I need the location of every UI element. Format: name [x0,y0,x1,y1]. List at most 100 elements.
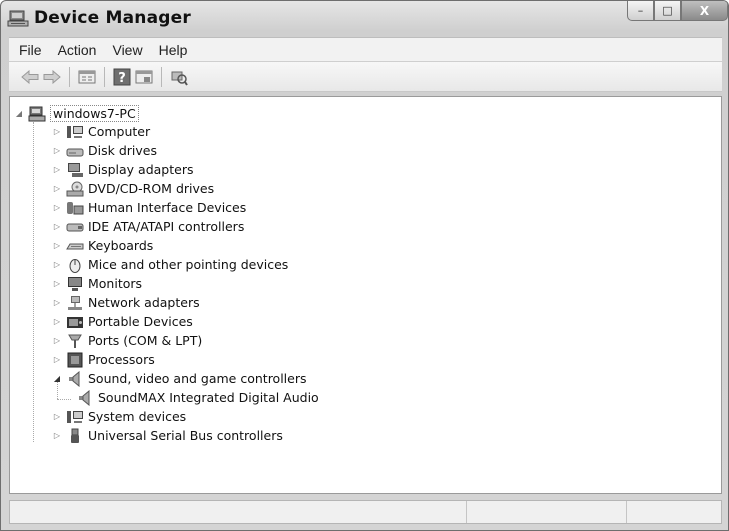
tree-guide-line [33,122,34,442]
minimize-button[interactable]: – [627,1,654,21]
scan-hardware-icon [171,71,188,86]
dvd-drive-icon [66,181,84,196]
keyboard-icon [66,243,84,249]
tree-item-label: Sound, video and game controllers [88,371,307,386]
tree-item-dvd-drives[interactable]: ▷ DVD/CD-ROM drives [52,179,214,198]
title-bar[interactable]: Device Manager – □ X [1,1,728,37]
tree-item-processors[interactable]: ▷ Processors [52,350,155,369]
toolbar-separator [69,66,70,87]
computer-root-icon [28,106,46,121]
ide-controller-icon [66,223,84,231]
expand-arrow-icon[interactable]: ▷ [52,146,62,156]
speaker-icon [79,389,90,406]
help-button[interactable]: ? [111,66,133,88]
port-icon [68,334,82,348]
toolbar: ? [9,62,722,92]
tree-item-label: SoundMAX Integrated Digital Audio [98,390,319,405]
tree-item-soundmax[interactable]: SoundMAX Integrated Digital Audio [72,388,319,407]
tree-item-label: IDE ATA/ATAPI controllers [88,219,245,234]
expand-arrow-icon[interactable]: ▷ [52,260,62,270]
speaker-icon [69,370,80,387]
expand-arrow-icon[interactable]: ▷ [52,127,62,137]
tree-item-network-adapters[interactable]: ▷ Network adapters [52,293,200,312]
tree-item-label: Processors [88,352,155,367]
tree-item-label: Keyboards [88,238,154,253]
menu-file[interactable]: File [13,40,48,60]
svg-text:?: ? [118,71,126,86]
tree-item-label: DVD/CD-ROM drives [88,181,215,196]
monitor-icon [68,276,82,291]
network-adapter-icon [68,295,82,310]
expand-arrow-icon[interactable]: ▷ [52,412,62,422]
tree-item-keyboards[interactable]: ▷ Keyboards [52,236,153,255]
expand-arrow-icon[interactable]: ▷ [52,241,62,251]
back-button[interactable] [19,66,41,88]
menu-view[interactable]: View [106,40,148,60]
tree-root[interactable]: ◢ windows7-PC [14,104,139,123]
tree-item-label: Mice and other pointing devices [88,257,289,272]
portable-device-icon [67,316,83,328]
status-cell-main [10,501,467,523]
expand-arrow-icon[interactable]: ▷ [52,336,62,346]
tree-item-label: Human Interface Devices [88,200,247,215]
tree-item-disk-drives[interactable]: ▷ Disk drives [52,141,157,160]
expand-arrow-icon[interactable]: ▷ [52,165,62,175]
expand-arrow-icon[interactable]: ▷ [52,279,62,289]
tree-item-label: Network adapters [88,295,200,310]
menu-bar: File Action View Help [9,37,722,61]
tree-item-label: Monitors [88,276,143,291]
update-driver-button[interactable] [133,66,155,88]
menu-help[interactable]: Help [153,40,194,60]
device-tree[interactable]: ◢ windows7-PC ▷ Computer ▷ Disk drives ▷ [9,96,722,494]
mouse-icon [69,258,81,273]
tree-item-usb-controllers[interactable]: ▷ Universal Serial Bus controllers [52,426,283,445]
expand-arrow-icon[interactable]: ▷ [52,184,62,194]
expand-arrow-icon[interactable]: ▷ [52,317,62,327]
disk-drive-icon [66,148,84,156]
scan-hardware-button[interactable] [168,66,190,88]
computer-icon [67,125,83,138]
toolbar-separator [161,66,162,87]
expand-arrow-icon[interactable]: ▷ [52,298,62,308]
tree-item-monitors[interactable]: ▷ Monitors [52,274,142,293]
maximize-button[interactable]: □ [654,1,681,21]
collapse-arrow-icon[interactable]: ◢ [14,109,24,119]
expand-arrow-icon[interactable]: ▷ [52,431,62,441]
tree-item-computer[interactable]: ▷ Computer [52,122,150,141]
processor-icon [67,352,83,367]
expand-arrow-icon[interactable]: ▷ [52,355,62,365]
tree-guide-line [57,399,71,400]
expand-arrow-icon[interactable]: ▷ [52,222,62,232]
root-label: windows7-PC [50,105,139,122]
maximize-icon: □ [662,4,673,17]
tree-item-label: Computer [88,124,151,139]
toolbar-separator [104,66,105,87]
status-cell [627,501,721,523]
tree-item-mice[interactable]: ▷ Mice and other pointing devices [52,255,288,274]
status-cell [467,501,627,523]
hid-icon [67,201,84,214]
tree-item-label: Disk drives [88,143,157,158]
device-manager-window: Device Manager – □ X File Action View He… [0,0,729,531]
caption-buttons: – □ X [627,1,728,21]
forward-arrow-icon [43,69,61,84]
tree-item-label: System devices [88,409,187,424]
system-device-icon [67,410,83,423]
tree-item-system-devices[interactable]: ▷ System devices [52,407,186,426]
expand-arrow-icon[interactable]: ▷ [52,203,62,213]
collapse-arrow-icon[interactable]: ◢ [52,374,62,384]
back-arrow-icon [21,69,39,84]
tree-item-sound-controllers[interactable]: ◢ Sound, video and game controllers [52,369,307,388]
close-button[interactable]: X [681,1,728,21]
close-icon: X [699,3,710,18]
tree-item-portable-devices[interactable]: ▷ Portable Devices [52,312,193,331]
forward-button[interactable] [41,66,63,88]
menu-action[interactable]: Action [52,40,103,60]
tree-item-display-adapters[interactable]: ▷ Display adapters [52,160,194,179]
tree-item-ide-controllers[interactable]: ▷ IDE ATA/ATAPI controllers [52,217,244,236]
usb-icon [71,428,79,443]
tree-item-ports[interactable]: ▷ Ports (COM & LPT) [52,331,202,350]
properties-button[interactable] [76,66,98,88]
tree-item-hid[interactable]: ▷ Human Interface Devices [52,198,246,217]
display-adapter-icon [68,162,83,177]
